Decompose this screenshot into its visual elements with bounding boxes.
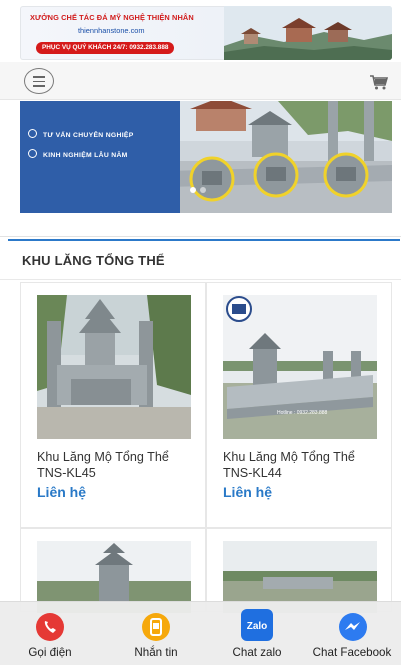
hero-slider[interactable]: TƯ VẤN CHUYÊN NGHIỆP KINH NGHIỆM LÂU NĂM xyxy=(20,101,392,213)
product-card[interactable]: Hotline : 0932.283.888 Khu Lăng Mộ Tổng … xyxy=(206,282,392,528)
hero-line-1: TƯ VẤN CHUYÊN NGHIỆP xyxy=(28,129,134,139)
product-title[interactable]: Khu Lăng Mộ Tổng Thể TNS-KL44 xyxy=(223,449,383,481)
banner-hotline: PHỤC VỤ QUÝ KHÁCH 24/7: 0932.283.888 xyxy=(36,42,175,54)
menu-icon[interactable] xyxy=(24,68,54,94)
product-grid: Khu Lăng Mộ Tổng Thể TNS-KL45 Liên hệ Ho… xyxy=(20,282,392,613)
zalo-chat-button[interactable]: Zalo Chat zalo xyxy=(214,602,300,665)
sms-icon xyxy=(142,613,170,641)
sms-button[interactable]: Nhắn tin xyxy=(108,602,204,665)
banner-temple-image xyxy=(224,6,392,60)
hero-info-panel: TƯ VẤN CHUYÊN NGHIỆP KINH NGHIỆM LÂU NĂM xyxy=(20,101,180,213)
messenger-icon xyxy=(339,613,367,641)
divider xyxy=(0,236,401,237)
hero-cemetery-image xyxy=(168,101,392,213)
product-price[interactable]: Liên hệ xyxy=(37,484,86,500)
banner-website: thiennhanstone.com xyxy=(78,26,145,35)
section-divider xyxy=(0,279,401,280)
section-title: KHU LĂNG TỔNG THỂ xyxy=(22,253,165,268)
banner-company-name: XƯỞNG CHẾ TÁC ĐÁ MỸ NGHỆ THIỆN NHÂN xyxy=(30,13,194,22)
phone-icon xyxy=(36,613,64,641)
facebook-chat-button[interactable]: Chat Facebook xyxy=(304,602,400,665)
zalo-icon: Zalo xyxy=(241,609,273,641)
hero-line-2: KINH NGHIỆM LÂU NĂM xyxy=(28,149,128,159)
product-image[interactable] xyxy=(223,295,377,439)
product-price[interactable]: Liên hệ xyxy=(223,484,272,500)
product-card[interactable] xyxy=(206,528,392,613)
slider-dots[interactable] xyxy=(183,186,223,194)
product-card[interactable] xyxy=(20,528,206,613)
product-title[interactable]: Khu Lăng Mộ Tổng Thể TNS-KL45 xyxy=(37,449,197,481)
watermark-text: Hotline : 0932.283.888 xyxy=(277,410,328,416)
call-button[interactable]: Gọi điện xyxy=(8,602,92,665)
bottom-action-bar: Gọi điện Nhắn tin Zalo Chat zalo Chat Fa… xyxy=(0,601,401,665)
cart-icon[interactable] xyxy=(369,74,389,90)
svg-text:Zalo: Zalo xyxy=(247,621,268,632)
site-header xyxy=(0,62,401,100)
product-image[interactable] xyxy=(37,295,191,439)
product-card[interactable]: Khu Lăng Mộ Tổng Thể TNS-KL45 Liên hệ xyxy=(20,282,206,528)
section-accent-line xyxy=(8,239,400,241)
top-banner[interactable]: XƯỞNG CHẾ TÁC ĐÁ MỸ NGHỆ THIỆN NHÂN thie… xyxy=(20,6,392,60)
